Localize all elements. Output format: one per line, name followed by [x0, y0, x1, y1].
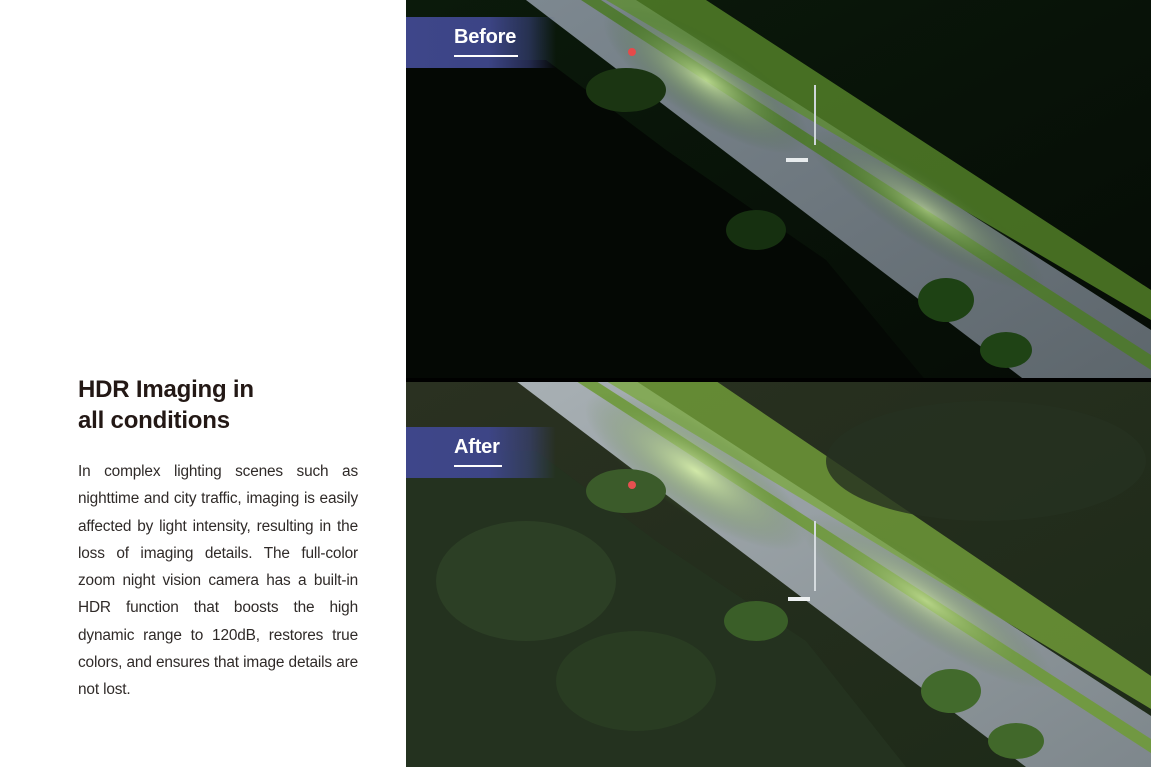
after-label-text: After — [454, 436, 500, 458]
before-label-underline — [454, 55, 518, 57]
before-label-text: Before — [454, 26, 517, 48]
photo-divider — [406, 378, 1151, 382]
feature-description: In complex lighting scenes such as night… — [78, 463, 358, 699]
feature-title: HDR Imaging in all conditions — [78, 374, 358, 436]
feature-title-line-2: all conditions — [78, 407, 230, 434]
hdr-feature-page: HDR Imaging in all conditions In complex… — [0, 0, 1151, 767]
after-label: After — [406, 427, 556, 478]
before-label: Before — [406, 17, 556, 68]
feature-title-line-1: HDR Imaging in — [78, 376, 254, 403]
after-label-underline — [454, 465, 502, 467]
feature-text-block: HDR Imaging in all conditions In complex… — [78, 374, 358, 704]
